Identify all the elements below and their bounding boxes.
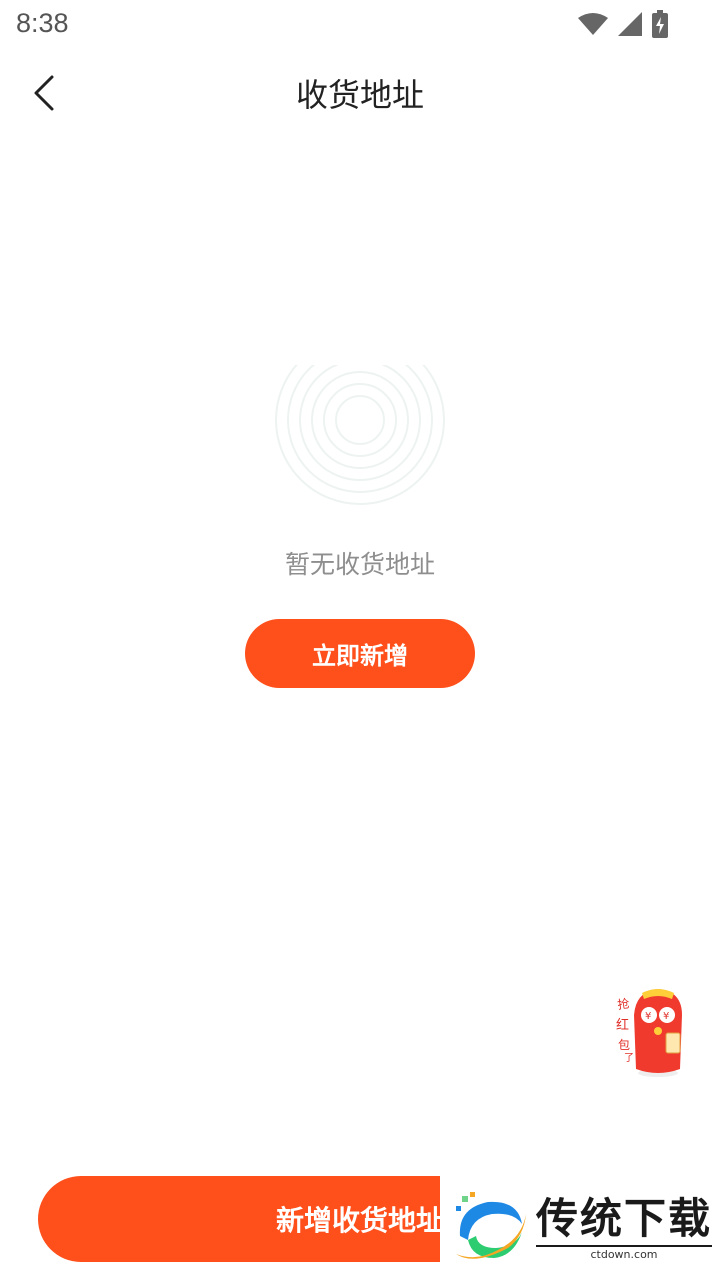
status-icons — [578, 10, 668, 38]
add-now-button[interactable]: 立即新增 — [245, 619, 475, 688]
wifi-icon — [578, 13, 608, 35]
cellular-signal-icon — [618, 12, 642, 36]
watermark: 传统下载 ctdown.com — [440, 1175, 720, 1280]
svg-text:了: 了 — [624, 1052, 634, 1064]
svg-text:红: 红 — [616, 1017, 629, 1033]
watermark-subtitle: ctdown.com — [536, 1244, 713, 1261]
page-title: 收货地址 — [295, 76, 424, 114]
watermark-title: 传统下载 — [536, 1193, 713, 1243]
empty-message: 暂无收货地址 — [284, 550, 435, 579]
empty-radar-illustration — [275, 365, 445, 505]
empty-state: 暂无收货地址 — [0, 365, 720, 581]
svg-text:¥: ¥ — [663, 1011, 669, 1022]
svg-text:¥: ¥ — [645, 1011, 651, 1022]
battery-charging-icon — [652, 10, 668, 38]
watermark-logo-icon — [456, 1191, 526, 1259]
svg-text:包: 包 — [618, 1038, 630, 1052]
status-bar: 8:38 — [0, 0, 720, 50]
redpacket-mascot-icon: 抢 红 包 了 ¥ ¥ — [616, 989, 682, 1077]
redpacket-float-button[interactable]: 抢 红 包 了 ¥ ¥ — [612, 985, 692, 1080]
watermark-text: 传统下载 ctdown.com — [536, 1193, 713, 1261]
status-time: 8:38 — [16, 8, 69, 38]
title-bar: 收货地址 — [0, 50, 720, 134]
svg-text:抢: 抢 — [616, 995, 630, 1012]
